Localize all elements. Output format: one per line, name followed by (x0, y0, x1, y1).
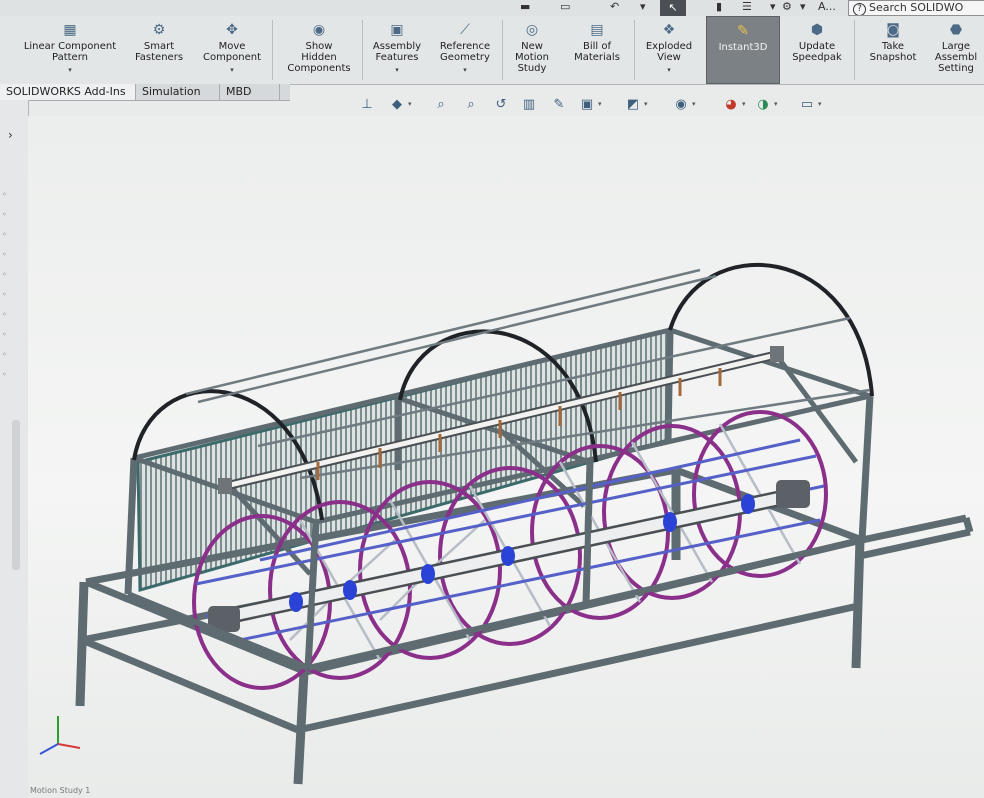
shaft-bearing[interactable] (218, 478, 232, 494)
motion-study-tab[interactable]: Motion Study 1 (30, 786, 90, 795)
coordinate-triad (39, 716, 81, 755)
assembly-model[interactable] (0, 0, 984, 798)
drum-bearing-block[interactable] (776, 480, 810, 508)
shaft-bearing[interactable] (770, 346, 784, 362)
